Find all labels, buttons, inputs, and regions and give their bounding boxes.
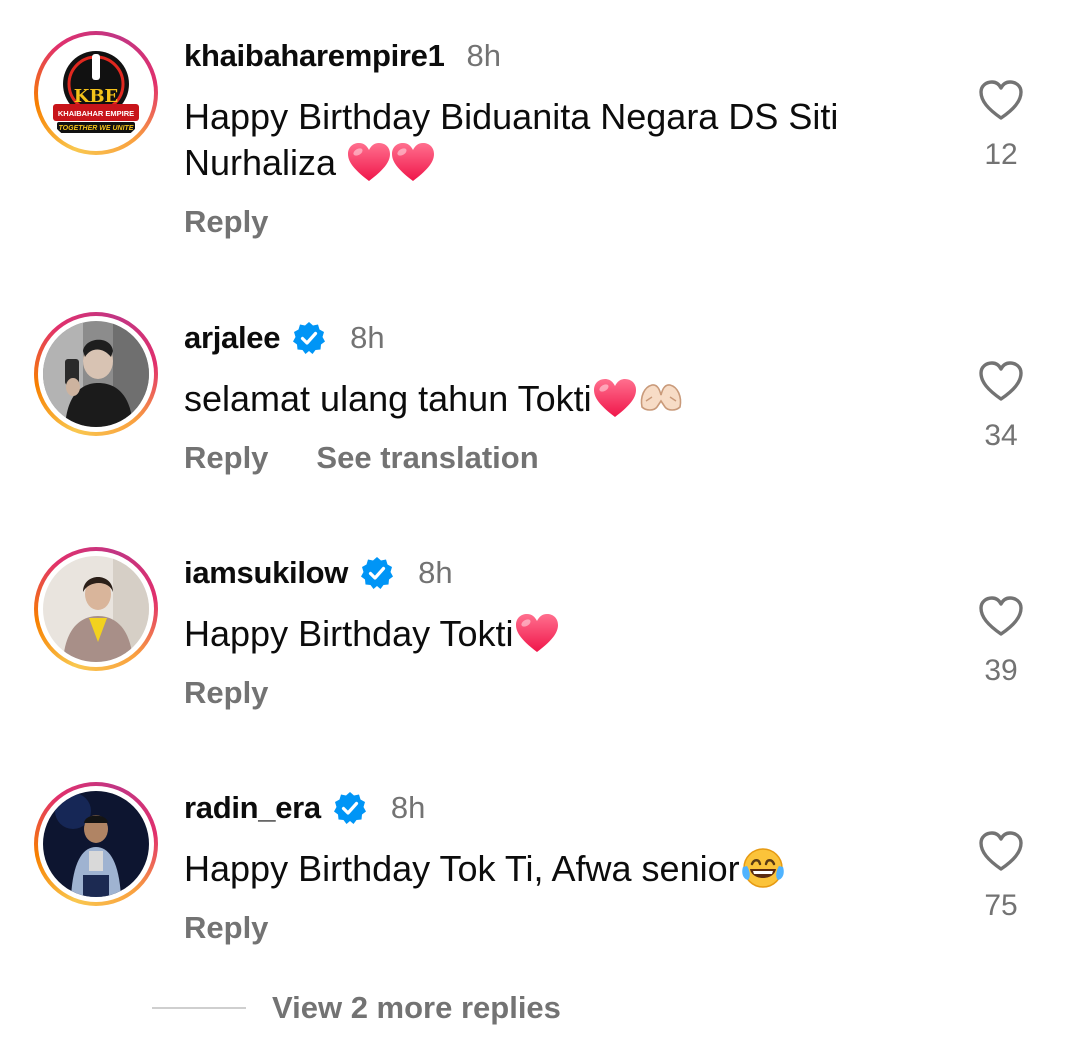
comment-text-line: Happy Birthday Tok Ti, Afwa senior xyxy=(184,848,740,889)
story-ring[interactable]: KBE KHAIBAHAR EMPIRE TOGETHER WE UNITE xyxy=(34,31,158,155)
like-count: 12 xyxy=(984,138,1018,171)
username[interactable]: iamsukilow xyxy=(184,555,348,591)
reply-button[interactable]: Reply xyxy=(184,675,268,711)
comment-text: Happy Birthday Tokti xyxy=(184,611,944,657)
logo-tagline-text: TOGETHER WE UNITE xyxy=(59,125,134,132)
replies-divider-line xyxy=(152,1007,246,1009)
reply-button[interactable]: Reply xyxy=(184,910,268,946)
like-count: 34 xyxy=(984,419,1018,452)
view-more-replies[interactable]: View 2 more replies xyxy=(152,986,561,1030)
see-translation-button[interactable]: See translation xyxy=(316,440,538,476)
avatar[interactable] xyxy=(43,321,149,427)
avatar[interactable]: KBE KHAIBAHAR EMPIRE TOGETHER WE UNITE xyxy=(43,40,149,146)
avatar[interactable] xyxy=(43,556,149,662)
username[interactable]: arjalee xyxy=(184,320,280,356)
verified-badge-icon xyxy=(292,321,326,355)
logo-kbe-text: KBE xyxy=(74,86,119,107)
comment-text-line: Happy Birthday Tokti xyxy=(184,613,514,654)
username[interactable]: khaibaharempire1 xyxy=(184,38,445,74)
like-heart-icon[interactable] xyxy=(977,829,1025,873)
comment-text-line: Happy Birthday Biduanita Negara DS Siti xyxy=(184,96,839,137)
timestamp: 8h xyxy=(466,38,502,73)
heart-emoji xyxy=(390,141,436,183)
comment-text: selamat ulang tahun Tokti xyxy=(184,376,944,422)
verified-badge-icon xyxy=(333,791,367,825)
heart-emoji xyxy=(514,612,560,654)
story-ring[interactable] xyxy=(34,312,158,436)
timestamp: 8h xyxy=(350,320,385,355)
story-ring[interactable] xyxy=(34,782,158,906)
like-heart-icon[interactable] xyxy=(977,78,1025,122)
logo-name-text: KHAIBAHAR EMPIRE xyxy=(58,109,134,118)
timestamp: 8h xyxy=(418,555,453,590)
timestamp: 8h xyxy=(390,790,426,825)
reply-button[interactable]: Reply xyxy=(184,440,268,476)
heart-emoji xyxy=(592,377,638,419)
like-heart-icon[interactable] xyxy=(977,594,1025,638)
heart-hands-emoji xyxy=(640,384,681,411)
reply-button[interactable]: Reply xyxy=(184,204,268,240)
story-ring[interactable] xyxy=(34,547,158,671)
comment-text-line: selamat ulang tahun Tokti xyxy=(184,378,592,419)
like-count: 39 xyxy=(984,654,1018,687)
comment-text: Happy Birthday Tok Ti, Afwa senior xyxy=(184,846,944,892)
like-heart-icon[interactable] xyxy=(977,359,1025,403)
tears-of-joy-emoji xyxy=(741,848,784,888)
comment-text: Happy Birthday Biduanita Negara DS Siti … xyxy=(184,94,944,186)
username[interactable]: radin_era xyxy=(184,790,321,826)
like-count: 75 xyxy=(984,889,1018,922)
view-more-replies-label[interactable]: View 2 more replies xyxy=(272,990,561,1026)
avatar[interactable] xyxy=(43,791,149,897)
verified-badge-icon xyxy=(360,556,394,590)
comment-text-line: Nurhaliza xyxy=(184,142,337,183)
heart-emoji xyxy=(346,141,392,183)
